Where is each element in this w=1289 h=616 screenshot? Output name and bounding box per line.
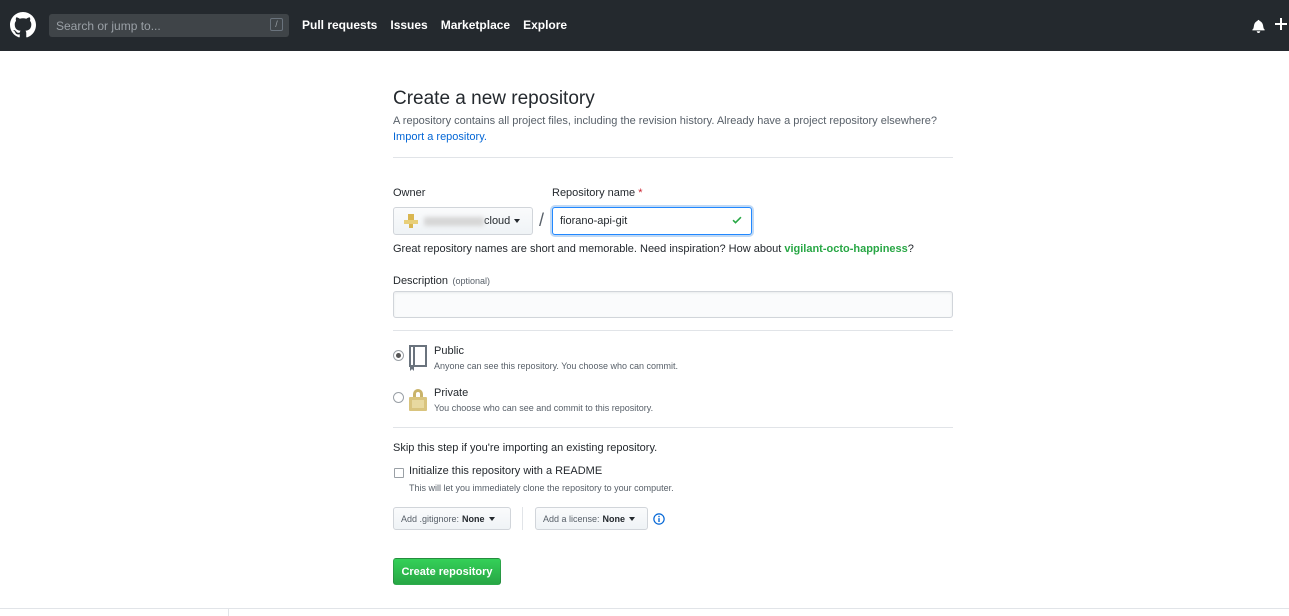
required-mark: *	[638, 187, 643, 199]
path-separator: /	[539, 210, 545, 230]
owner-select[interactable]: cloud	[393, 207, 533, 235]
footer-tick	[228, 609, 229, 616]
license-select[interactable]: Add a license: None	[535, 507, 648, 530]
description-label-text: Description	[393, 275, 449, 287]
private-radio[interactable]	[393, 392, 404, 403]
search-placeholder: Search or jump to...	[56, 18, 161, 33]
name-suggestion-link[interactable]: vigilant-octo-happiness	[784, 243, 907, 255]
new-repo-form: Create a new repository A repository con…	[393, 87, 953, 585]
repository-name-input[interactable]	[552, 207, 752, 235]
skip-step-text: Skip this step if you're importing an ex…	[393, 442, 658, 454]
select-divider	[522, 507, 523, 530]
nav-marketplace[interactable]: Marketplace	[441, 18, 510, 32]
check-icon	[732, 216, 742, 224]
repo-name-label-text: Repository name	[552, 187, 636, 199]
chevron-down-icon	[629, 516, 636, 521]
nav-explore[interactable]: Explore	[523, 18, 567, 32]
repo-name-hint: Great repository names are short and mem…	[393, 243, 914, 255]
readme-note: This will let you immediately clone the …	[409, 483, 674, 493]
search-input[interactable]: Search or jump to... /	[49, 14, 289, 37]
hint-text: Great repository names are short and mem…	[393, 243, 782, 255]
search-shortcut-key: /	[270, 18, 283, 31]
create-repository-button[interactable]: Create repository	[393, 558, 501, 585]
owner-name-blurred	[424, 216, 484, 226]
nav-issues[interactable]: Issues	[390, 18, 427, 32]
public-note: Anyone can see this repository. You choo…	[434, 361, 678, 371]
lock-icon	[409, 389, 427, 411]
top-header: Search or jump to... / Pull requests Iss…	[0, 0, 1289, 51]
hint-suffix: ?	[907, 243, 914, 255]
info-icon[interactable]	[653, 513, 665, 525]
nav-pull-requests[interactable]: Pull requests	[302, 18, 377, 32]
readme-checkbox[interactable]	[394, 468, 404, 478]
section-divider	[393, 330, 953, 331]
section-divider	[393, 427, 953, 428]
license-value: None	[602, 513, 626, 524]
public-title: Public	[434, 345, 464, 357]
owner-name: cloud	[484, 215, 511, 227]
owner-label: Owner	[393, 187, 426, 199]
optional-tag: (optional)	[452, 276, 491, 286]
chevron-down-icon	[488, 516, 495, 521]
gitignore-label: Add .gitignore:	[401, 513, 460, 524]
description-input[interactable]	[393, 291, 953, 318]
footer-divider	[0, 608, 1289, 609]
header-nav: Pull requests Issues Marketplace Explore	[302, 18, 567, 32]
page-description-text: A repository contains all project files,…	[393, 115, 937, 127]
import-repository-link[interactable]: Import a repository.	[393, 131, 487, 143]
section-divider	[393, 157, 953, 158]
page-title: Create a new repository	[393, 88, 595, 109]
owner-avatar-icon	[404, 214, 418, 228]
notification-bell-icon[interactable]	[1252, 19, 1265, 33]
description-label: Description (optional)	[393, 271, 490, 289]
gitignore-value: None	[462, 513, 485, 524]
gitignore-select[interactable]: Add .gitignore: None	[393, 507, 511, 530]
plus-icon[interactable]	[1275, 18, 1287, 30]
repo-name-label: Repository name *	[552, 187, 643, 199]
public-radio[interactable]	[393, 350, 404, 361]
github-logo-icon[interactable]	[10, 12, 36, 38]
license-label: Add a license:	[543, 513, 600, 524]
page-description: A repository contains all project files,…	[393, 113, 953, 145]
repo-book-icon	[409, 345, 427, 371]
private-note: You choose who can see and commit to thi…	[434, 403, 654, 413]
private-title: Private	[434, 387, 469, 399]
chevron-down-icon	[514, 219, 521, 223]
readme-label[interactable]: Initialize this repository with a README	[409, 465, 602, 477]
